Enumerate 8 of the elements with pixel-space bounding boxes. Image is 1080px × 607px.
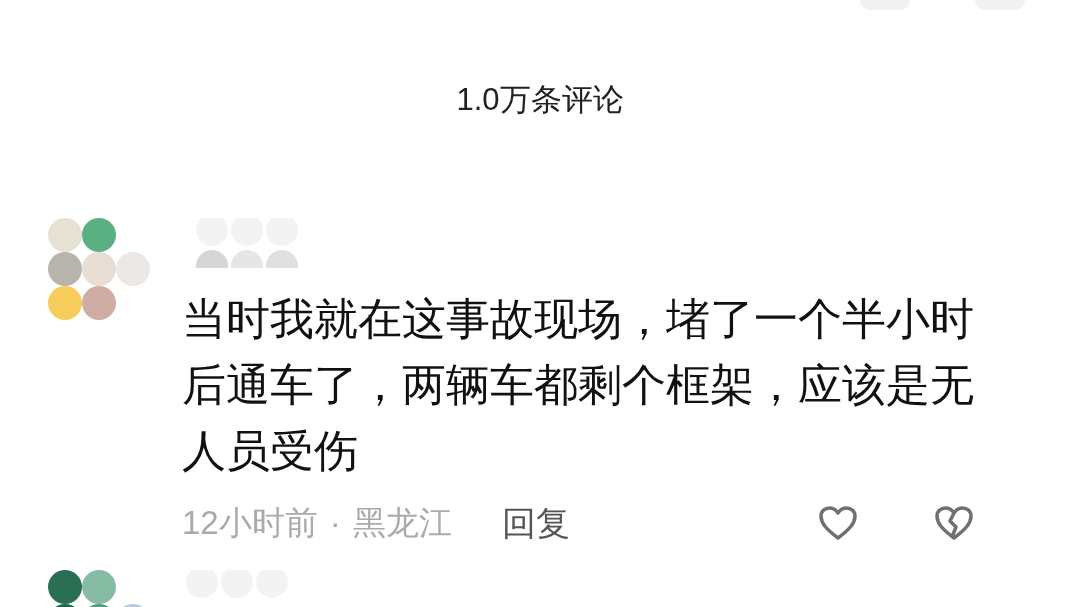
comment-text: 当时我就在这事故现场，堵了一个半小时后通车了，两辆车都剩个框架，应该是无人员受伤 [182, 293, 975, 477]
comments-title: 1.0万条评论 [456, 81, 624, 119]
heart-icon[interactable] [817, 505, 858, 541]
comment-location: 黑龙江 [352, 503, 452, 544]
broken-heart-icon[interactable] [933, 505, 974, 541]
reply-button[interactable]: 回复 [501, 497, 570, 549]
separator: · [329, 503, 341, 544]
comment-time: 12小时前 [182, 503, 318, 544]
